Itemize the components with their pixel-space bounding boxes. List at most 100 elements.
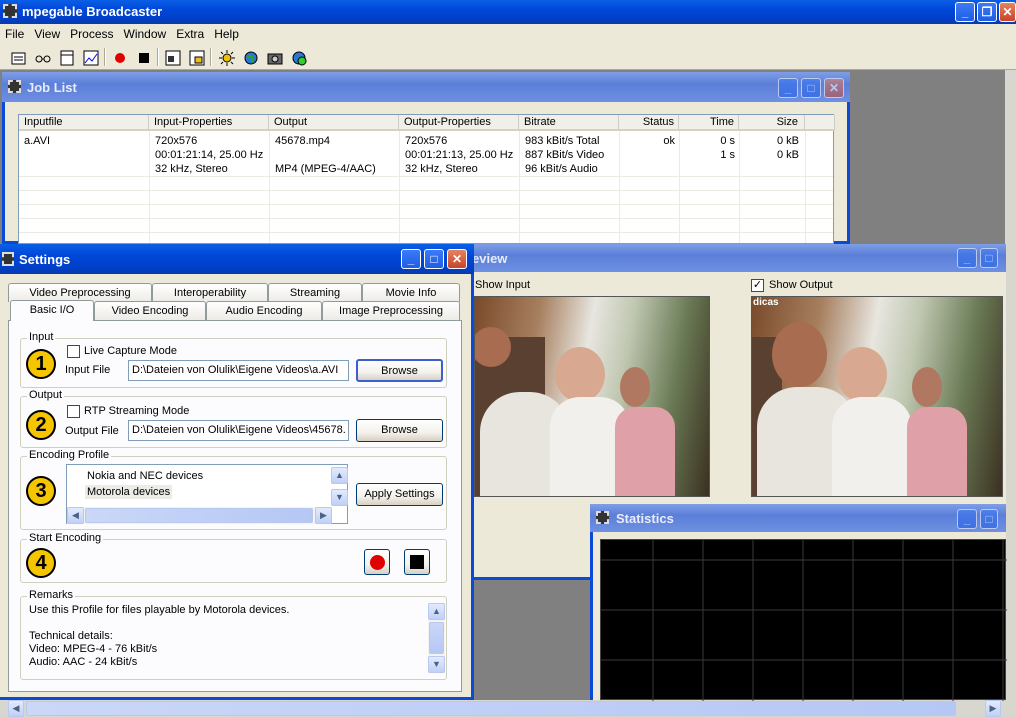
preview-maximize-button[interactable]: □	[980, 248, 998, 268]
cell-time: 0 s	[720, 135, 735, 147]
live-capture-label[interactable]: Live Capture Mode	[84, 345, 177, 357]
list-item[interactable]: Nokia and NEC devices	[87, 469, 203, 483]
record-icon	[370, 555, 385, 570]
menu-view[interactable]: View	[29, 25, 65, 43]
menu-process[interactable]: Process	[65, 25, 118, 43]
apply-settings-button[interactable]: Apply Settings	[356, 483, 443, 506]
col-bitrate[interactable]: Bitrate	[519, 115, 619, 131]
show-output-checkbox[interactable]: ✓	[751, 279, 764, 292]
input-browse-button[interactable]: Browse	[356, 359, 443, 382]
show-input-label[interactable]: Show Input	[475, 279, 530, 291]
col-inputfile[interactable]: Inputfile	[19, 115, 149, 131]
menu-file[interactable]: File	[0, 25, 29, 43]
minimize-button[interactable]: _	[955, 2, 975, 22]
mdi-scrollbar-horizontal[interactable]: ◀ ▶	[0, 700, 1016, 717]
col-status[interactable]: Status	[619, 115, 679, 131]
step-3-badge: 3	[26, 476, 56, 506]
col-input-properties[interactable]: Input-Properties	[149, 115, 269, 131]
film-icon	[2, 252, 14, 266]
statistics-title-bar[interactable]: Statistics _ □	[590, 504, 1006, 532]
tab-image-preprocessing[interactable]: Image Preprocessing	[322, 301, 460, 320]
col-time[interactable]: Time	[679, 115, 739, 131]
profile-list[interactable]: Nokia and NEC devices Motorola devices ▲…	[66, 464, 348, 524]
list-item-selected[interactable]: Motorola devices	[85, 485, 173, 499]
tab-audio-encoding[interactable]: Audio Encoding	[206, 301, 322, 320]
network-icon[interactable]	[288, 47, 308, 67]
start-record-button[interactable]	[364, 549, 390, 575]
profile-hscrollbar[interactable]: ◀ ▶	[67, 507, 332, 524]
col-size[interactable]: Size	[739, 115, 805, 131]
output-browse-button[interactable]: Browse	[356, 419, 443, 442]
joblist-title: Job List	[27, 80, 77, 95]
statistics-minimize-button[interactable]: _	[957, 509, 977, 529]
settings-title-bar[interactable]: Settings _ □ ✕	[0, 244, 474, 274]
menu-extra[interactable]: Extra	[171, 25, 209, 43]
cell-size: 0 kB	[776, 135, 799, 147]
window-tile-icon[interactable]	[162, 47, 182, 67]
profile-scroll-right-icon[interactable]: ▶	[315, 507, 332, 524]
scroll-right-icon[interactable]: ▶	[985, 700, 1001, 717]
cell-bitrate: 887 kBit/s Video	[525, 149, 605, 161]
globe-icon[interactable]	[240, 47, 260, 67]
close-button[interactable]: ✕	[999, 2, 1016, 22]
cell-size: 0 kB	[776, 149, 799, 161]
col-output-properties[interactable]: Output-Properties	[399, 115, 519, 131]
window-save-icon[interactable]	[186, 47, 206, 67]
glasses-icon[interactable]	[32, 47, 52, 67]
statistics-maximize-button[interactable]: □	[980, 509, 998, 529]
remarks-line	[29, 617, 424, 630]
output-group-label: Output	[27, 389, 65, 401]
settings-maximize-button[interactable]: □	[424, 249, 444, 269]
tab-interoperability[interactable]: Interoperability	[152, 283, 268, 302]
cell-input-props: 32 kHz, Stereo	[155, 163, 228, 175]
cell-bitrate: 96 kBit/s Audio	[525, 163, 598, 175]
remarks-scroll-thumb[interactable]	[429, 622, 444, 654]
camera-icon[interactable]	[264, 47, 284, 67]
menu-window[interactable]: Window	[119, 25, 172, 43]
joblist-title-bar[interactable]: Job List _ □ ✕	[2, 72, 850, 102]
preview-title-bar[interactable]: eview _ □	[440, 244, 1006, 272]
stop-icon[interactable]	[133, 47, 153, 67]
joblist-close-button[interactable]: ✕	[824, 78, 844, 98]
profile-scroll-down-icon[interactable]: ▼	[331, 489, 348, 506]
show-output-label[interactable]: Show Output	[769, 279, 833, 291]
tab-video-encoding[interactable]: Video Encoding	[94, 301, 206, 320]
input-group-label: Input	[27, 331, 56, 343]
cell-output-props: 00:01:21:13, 25.00 Hz	[405, 149, 514, 161]
tab-movie-info[interactable]: Movie Info	[362, 283, 460, 302]
stop-icon	[410, 555, 424, 569]
scroll-left-icon[interactable]: ◀	[8, 700, 24, 717]
rtp-streaming-label[interactable]: RTP Streaming Mode	[84, 405, 189, 417]
joblist-minimize-button[interactable]: _	[778, 78, 798, 98]
tab-basic-io[interactable]: Basic I/O	[10, 300, 94, 321]
chart-icon[interactable]	[80, 47, 100, 67]
stop-encoding-button[interactable]	[404, 549, 430, 575]
col-output[interactable]: Output	[269, 115, 399, 131]
remarks-line: Video: MPEG-4 - 76 kBit/s	[29, 643, 158, 655]
properties-icon[interactable]	[8, 47, 28, 67]
menu-help[interactable]: Help	[209, 25, 244, 43]
cell-inputfile: a.AVI	[24, 135, 51, 147]
settings-minimize-button[interactable]: _	[401, 249, 421, 269]
profile-scroll-thumb[interactable]	[85, 508, 313, 523]
app-title-bar[interactable]: mpegable Broadcaster _ ❐ ✕	[0, 0, 1016, 24]
settings-close-button[interactable]: ✕	[447, 249, 467, 269]
live-capture-checkbox[interactable]	[67, 345, 80, 358]
record-icon[interactable]	[109, 47, 129, 67]
remarks-scroll-down-icon[interactable]: ▼	[428, 656, 445, 673]
joblist-maximize-button[interactable]: □	[801, 78, 821, 98]
frame-icon[interactable]	[56, 47, 76, 67]
sun-icon[interactable]	[216, 47, 236, 67]
remarks-scrollbar[interactable]: ▲ ▼	[428, 603, 445, 673]
scroll-thumb[interactable]	[26, 701, 956, 716]
restore-button[interactable]: ❐	[977, 2, 997, 22]
input-file-field[interactable]: D:\Dateien von Olulik\Eigene Videos\a.AV…	[128, 360, 349, 381]
preview-minimize-button[interactable]: _	[957, 248, 977, 268]
profile-scroll-up-icon[interactable]: ▲	[331, 467, 348, 484]
profile-scroll-left-icon[interactable]: ◀	[67, 507, 84, 524]
joblist-table[interactable]: Inputfile Input-Properties Output Output…	[18, 114, 835, 244]
remarks-scroll-up-icon[interactable]: ▲	[428, 603, 445, 620]
rtp-streaming-checkbox[interactable]	[67, 405, 80, 418]
output-file-field[interactable]: D:\Dateien von Olulik\Eigene Videos\4567…	[128, 420, 349, 441]
tab-streaming[interactable]: Streaming	[268, 283, 362, 302]
